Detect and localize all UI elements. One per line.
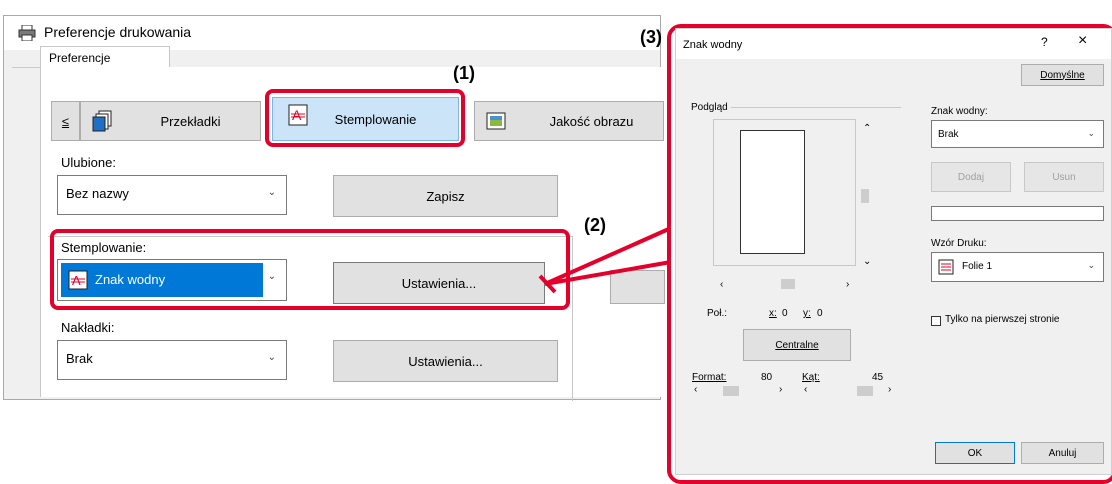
wzor-druku-label: Wzór Druku: (931, 238, 987, 249)
tab-print-preferences[interactable]: Preferencje drukowania (40, 46, 170, 79)
tylko-checkbox[interactable] (931, 316, 941, 326)
image-quality-icon (486, 112, 506, 130)
format-slider-thumb[interactable] (723, 386, 739, 396)
format-right-icon[interactable]: › (779, 384, 782, 395)
dialog-title-bar: Znak wodny ? × (676, 29, 1111, 59)
watermark-text-field[interactable] (931, 206, 1104, 221)
nav-prev-button[interactable]: ≤ (51, 101, 80, 141)
chevron-down-icon: ⌄ (1087, 128, 1095, 138)
naklatki-label: Nakładki: (61, 320, 115, 335)
nav-jakosc-button[interactable]: Jakość obrazu (474, 101, 664, 141)
nav-przekladki-label: Przekładki (160, 113, 221, 129)
preview-area (713, 119, 856, 266)
centralne-button[interactable]: Centralne (743, 329, 851, 361)
podglad-label: Podgląd (691, 102, 728, 113)
usun-button[interactable]: Usun (1024, 162, 1104, 192)
format-left-icon[interactable]: ‹ (694, 384, 697, 395)
v-scroll-thumb[interactable] (861, 189, 869, 203)
chevron-down-icon: ⌄ (1087, 260, 1095, 270)
zapisz-button[interactable]: Zapisz (333, 175, 558, 217)
chevron-down-icon: ⌄ (267, 187, 276, 198)
naklatki-select[interactable]: Brak ⌄ (57, 340, 287, 380)
format-value: 80 (761, 372, 773, 383)
znak-wodny-label: Znak wodny: (931, 106, 988, 117)
callout-2: (2) (584, 215, 606, 235)
y-value: 0 (817, 308, 823, 319)
kat-left-icon[interactable]: ‹ (804, 384, 807, 395)
printer-icon (18, 25, 36, 41)
domyslne-button[interactable]: Domyślne (1021, 64, 1104, 86)
callout-3: (3) (640, 27, 662, 47)
title-bar: Preferencje drukowania (4, 16, 660, 50)
h-scroll-thumb[interactable] (781, 279, 795, 289)
ok-button[interactable]: OK (935, 442, 1015, 464)
watermark-dialog: Znak wodny ? × Domyślne Podgląd ⌃ ⌄ ‹ › … (675, 28, 1112, 475)
scroll-left-icon[interactable]: ‹ (720, 279, 723, 290)
nav-jakosc-label: Jakość obrazu (549, 113, 634, 129)
ustawienia-overlay-button[interactable]: Ustawienia... (333, 340, 558, 382)
anuluj-button[interactable]: Anuluj (1021, 442, 1104, 464)
dialog-title: Znak wodny (683, 39, 743, 51)
highlight-step1 (265, 89, 465, 147)
scroll-right-icon[interactable]: › (846, 279, 849, 290)
ulubione-value: Bez nazwy (66, 186, 129, 201)
wzor-druku-select[interactable]: Folie 1 ⌄ (931, 252, 1104, 282)
kat-value: 45 (872, 372, 884, 383)
highlight-step2 (50, 229, 570, 310)
ulubione-select[interactable]: Bez nazwy ⌄ (57, 175, 287, 215)
format-label: Format: (692, 372, 727, 383)
help-button[interactable]: ? (1041, 35, 1048, 49)
ulubione-label: Ulubione: (61, 155, 116, 170)
kat-right-icon[interactable]: › (888, 384, 891, 395)
dodaj-button[interactable]: Dodaj (931, 162, 1011, 192)
partial-button[interactable] (610, 270, 665, 304)
pol-label: Poł.: (707, 308, 728, 319)
znak-wodny-select[interactable]: Brak ⌄ (931, 120, 1104, 148)
group-divider-vertical (572, 236, 573, 401)
group-line (731, 107, 901, 108)
close-button[interactable]: × (1078, 32, 1087, 50)
scroll-up-icon[interactable]: ⌃ (863, 123, 871, 134)
znak-wodny-value: Brak (938, 129, 959, 140)
nav-przekladki-button[interactable]: Przekładki (80, 101, 261, 141)
kat-label: Kąt: (802, 372, 820, 383)
window-title: Preferencje drukowania (44, 24, 192, 40)
y-label: y: (803, 308, 811, 319)
chevron-down-icon: ⌄ (267, 352, 276, 363)
pages-icon (92, 110, 112, 132)
x-value: 0 (782, 308, 788, 319)
preview-page (740, 130, 805, 254)
callout-1: (1) (453, 63, 475, 83)
kat-slider-thumb[interactable] (857, 386, 873, 396)
pattern-icon (938, 259, 954, 275)
x-label: x: (769, 308, 777, 319)
tylko-label: Tylko na pierwszej stronie (945, 314, 1060, 325)
scroll-down-icon[interactable]: ⌄ (863, 256, 871, 267)
wzor-druku-value: Folie 1 (962, 261, 993, 272)
naklatki-value: Brak (66, 351, 93, 366)
